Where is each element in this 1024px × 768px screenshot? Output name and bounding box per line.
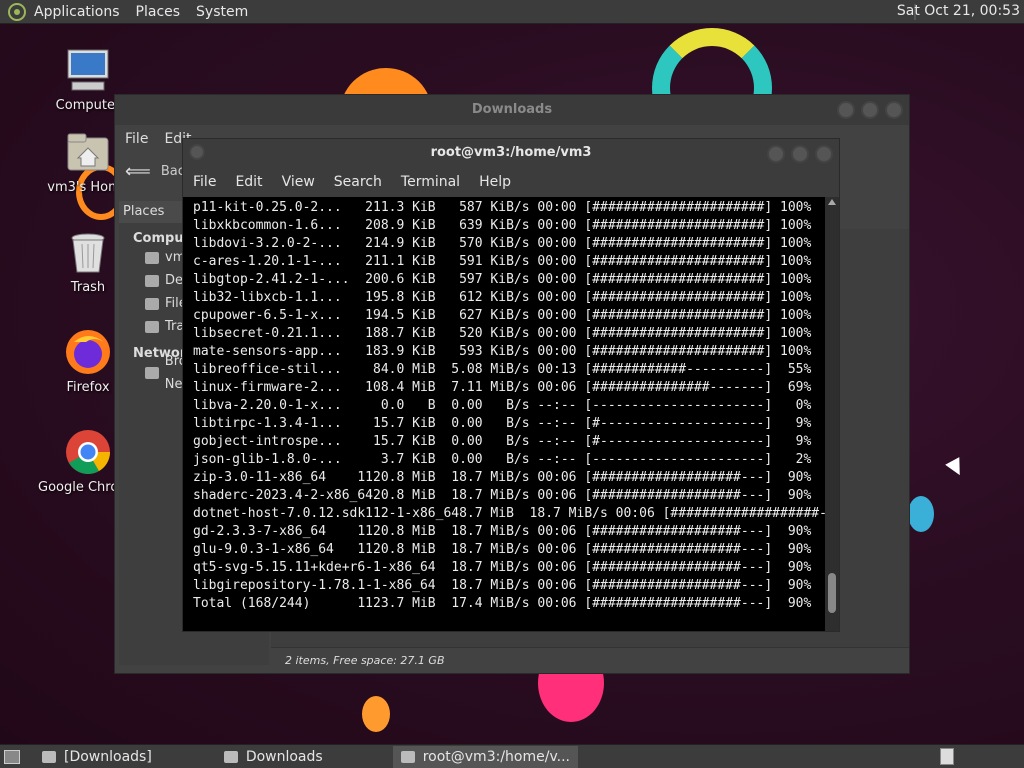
status-bar: 2 items, Free space: 27.1 GB xyxy=(271,647,909,673)
top-panel: Applications Places System Sat Oct 21, 0… xyxy=(0,0,1024,24)
terminal-menubar: File Edit View Search Terminal Help xyxy=(183,167,839,197)
terminal-line: libtirpc-1.3.4-1... 15.7 KiB 0.00 B/s --… xyxy=(193,416,812,431)
minimize-button[interactable] xyxy=(767,145,785,163)
window-menu-button[interactable] xyxy=(189,144,205,160)
close-button[interactable] xyxy=(815,145,833,163)
menu-system[interactable]: System xyxy=(196,4,248,20)
terminal-line: libgirepository-1.78.1-1-x86_64 18.7 MiB… xyxy=(193,578,812,593)
home-folder-icon xyxy=(64,128,112,176)
terminal-line: glu-9.0.3-1-x86_64 1120.8 MiB 18.7 MiB/s… xyxy=(193,542,812,557)
firefox-icon xyxy=(64,328,112,376)
terminal-line: gobject-introspe... 15.7 KiB 0.00 B/s --… xyxy=(193,434,812,449)
menu-applications[interactable]: Applications xyxy=(34,4,120,20)
home-folder-icon xyxy=(145,251,159,264)
menu-file[interactable]: File xyxy=(193,174,216,190)
taskbar-item-downloads[interactable]: Downloads xyxy=(216,746,331,768)
terminal-icon xyxy=(400,750,415,763)
terminal-window[interactable]: root@vm3:/home/vm3 File Edit View Search… xyxy=(182,138,840,632)
terminal-line: linux-firmware-2... 108.4 MiB 7.11 MiB/s… xyxy=(193,380,812,395)
show-desktop-button[interactable] xyxy=(4,749,20,764)
mate-logo-icon[interactable] xyxy=(8,2,26,21)
terminal-line: libdovi-3.2.0-2-... 214.9 KiB 570 KiB/s … xyxy=(193,236,812,251)
terminal-scrollbar[interactable] xyxy=(825,197,839,631)
task-label: root@vm3:/home/v... xyxy=(422,748,570,765)
chrome-icon xyxy=(64,428,112,476)
terminal-line: libxkbcommon-1.6... 208.9 KiB 639 KiB/s … xyxy=(193,218,812,233)
trash-icon xyxy=(64,228,112,276)
terminal-line: gd-2.3.3-7-x86_64 1120.8 MiB 18.7 MiB/s … xyxy=(193,524,812,539)
terminal-line: dotnet-host-7.0.12.sdk112-1-x86_648.7 Mi… xyxy=(193,506,827,521)
minimize-button[interactable] xyxy=(837,101,855,119)
window-title: root@vm3:/home/vm3 xyxy=(430,145,592,160)
terminal-line: libgtop-2.41.2-1-... 200.6 KiB 597 KiB/s… xyxy=(193,272,812,287)
decor-small-orange xyxy=(362,696,390,732)
decor-blue-blob xyxy=(908,496,934,532)
terminal-line: lib32-libxcb-1.1... 195.8 KiB 612 KiB/s … xyxy=(193,290,812,305)
terminal-line: Total (168/244) 1123.7 MiB 17.4 MiB/s 00… xyxy=(193,596,812,611)
terminal-line: mate-sensors-app... 183.9 KiB 593 KiB/s … xyxy=(193,344,812,359)
bottom-panel: [Downloads] Downloads root@vm3:/home/v..… xyxy=(0,744,1024,768)
window-title: Downloads xyxy=(471,102,553,117)
menu-places[interactable]: Places xyxy=(136,4,181,20)
network-icon xyxy=(145,366,159,379)
menu-terminal[interactable]: Terminal xyxy=(401,174,460,190)
terminal-line: shaderc-2023.4-2-x86_6420.8 MiB 18.7 MiB… xyxy=(193,488,812,503)
menu-edit[interactable]: Edit xyxy=(235,174,262,190)
terminal-line: libsecret-0.21.1... 188.7 KiB 520 KiB/s … xyxy=(193,326,812,341)
task-label: [Downloads] xyxy=(64,748,152,765)
maximize-button[interactable] xyxy=(861,101,879,119)
scrollbar-thumb[interactable] xyxy=(828,573,836,613)
maximize-button[interactable] xyxy=(791,145,809,163)
menu-search[interactable]: Search xyxy=(334,174,382,190)
menu-view[interactable]: View xyxy=(282,174,315,190)
folder-icon xyxy=(223,750,238,763)
terminal-screen[interactable]: p11-kit-0.25.0-2... 211.3 KiB 587 KiB/s … xyxy=(183,197,827,631)
trash-icon xyxy=(145,320,159,333)
terminal-line: p11-kit-0.25.0-2... 211.3 KiB 587 KiB/s … xyxy=(193,200,812,215)
menu-file[interactable]: File xyxy=(125,131,148,147)
menu-help[interactable]: Help xyxy=(479,174,511,190)
folder-icon xyxy=(42,750,56,763)
terminal-line: c-ares-1.20.1-1-... 211.1 KiB 591 KiB/s … xyxy=(193,254,812,269)
back-arrow-icon[interactable]: ⟸ xyxy=(125,161,151,182)
terminal-line: zip-3.0-11-x86_64 1120.8 MiB 18.7 MiB/s … xyxy=(193,470,812,485)
drive-icon xyxy=(145,297,159,310)
scroll-up-arrow-icon[interactable] xyxy=(828,199,836,205)
close-button[interactable] xyxy=(885,101,903,119)
taskbar-item-downloads-minimized[interactable]: [Downloads] xyxy=(34,746,160,768)
terminal-line: json-glib-1.8.0-... 3.7 KiB 0.00 B/s --:… xyxy=(193,452,812,467)
terminal-line: libreoffice-stil... 84.0 MiB 5.08 MiB/s … xyxy=(193,362,812,377)
task-label: Downloads xyxy=(245,748,323,765)
terminal-titlebar[interactable]: root@vm3:/home/vm3 xyxy=(183,139,839,167)
clock[interactable]: Sat Oct 21, 00:53 xyxy=(897,3,1020,19)
file-manager-titlebar[interactable]: Downloads xyxy=(115,95,909,125)
workspace-switcher[interactable] xyxy=(940,748,954,765)
taskbar-item-terminal[interactable]: root@vm3:/home/v... xyxy=(392,745,578,768)
computer-icon xyxy=(64,46,112,94)
terminal-line: cpupower-6.5-1-x... 194.5 KiB 627 KiB/s … xyxy=(193,308,812,323)
desktop-folder-icon xyxy=(145,274,159,287)
terminal-line: qt5-svg-5.15.11+kde+r6-1-x86_64 18.7 MiB… xyxy=(193,560,812,575)
terminal-line: libva-2.20.0-1-x... 0.0 B 0.00 B/s --:--… xyxy=(193,398,812,413)
